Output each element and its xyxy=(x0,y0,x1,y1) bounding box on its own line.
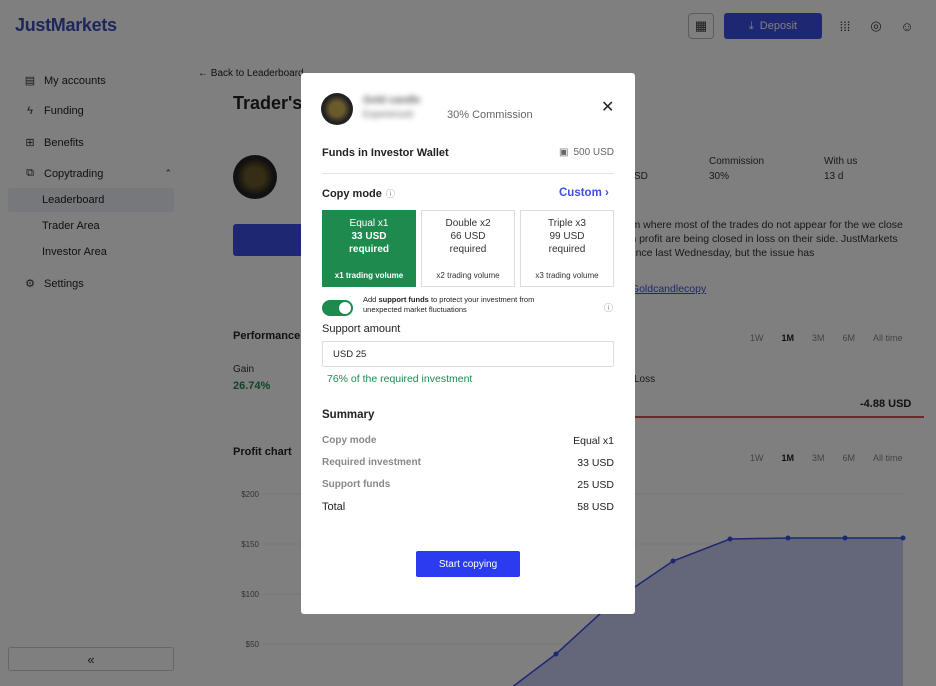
start-copying-button[interactable]: Start copying xyxy=(416,551,520,577)
summary-value: Equal x1 xyxy=(573,435,614,447)
summary-key: Total xyxy=(322,501,346,513)
copy-mode-label: Copy mode xyxy=(322,187,382,200)
summary-key: Required investment xyxy=(322,457,421,468)
summary-key: Support funds xyxy=(322,479,391,490)
funds-label: Funds in Investor Wallet xyxy=(322,147,449,159)
option-title: Triple x3 xyxy=(548,218,586,229)
support-funds-text: Add support funds to protect your invest… xyxy=(363,295,573,315)
option-volume: x2 trading volume xyxy=(436,271,500,280)
option-title: Double x2 xyxy=(445,218,491,229)
option-amount: 99 USD xyxy=(549,231,585,242)
support-bold: support funds xyxy=(378,295,429,304)
summary-title: Summary xyxy=(322,409,375,421)
summary-value: 33 USD xyxy=(577,457,614,469)
funds-amount: 500 USD xyxy=(573,147,615,158)
support-percent-text: 76% of the required investment xyxy=(327,373,473,385)
info-icon[interactable]: ⓘ xyxy=(604,301,613,314)
trader-avatar xyxy=(321,93,353,125)
copy-mode-heading: Copy mode ⓘ xyxy=(322,187,395,200)
trader-name: Gold candle xyxy=(363,95,421,106)
summary-row-total: Total 58 USD xyxy=(322,501,614,513)
option-amount: 33 USD xyxy=(351,231,387,242)
option-volume: x1 trading volume xyxy=(334,271,404,280)
support-amount-label: Support amount xyxy=(322,323,401,335)
option-required: required xyxy=(449,244,487,255)
support-amount-input[interactable] xyxy=(322,341,614,367)
trader-tag: Experienced xyxy=(363,109,414,119)
info-icon[interactable]: ⓘ xyxy=(386,187,395,200)
copy-option-triple[interactable]: Triple x3 99 USD required x3 trading vol… xyxy=(520,210,614,287)
summary-value: 25 USD xyxy=(577,479,614,491)
summary-row-copy-mode: Copy mode Equal x1 xyxy=(322,435,614,447)
summary-row-support: Support funds 25 USD xyxy=(322,479,614,491)
wallet-icon: ▣ xyxy=(559,147,569,158)
support-funds-toggle[interactable] xyxy=(322,300,353,316)
copy-option-equal[interactable]: Equal x1 33 USD required x1 trading volu… xyxy=(322,210,416,287)
option-amount: 66 USD xyxy=(450,231,486,242)
funds-value: ▣ 500 USD xyxy=(559,147,614,158)
divider xyxy=(322,173,614,174)
custom-mode-link[interactable]: Custom › xyxy=(559,187,609,199)
close-icon[interactable]: ✕ xyxy=(601,97,614,117)
summary-row-required: Required investment 33 USD xyxy=(322,457,614,469)
option-required: required xyxy=(348,244,389,255)
support-pre: Add xyxy=(363,295,379,304)
option-volume: x3 trading volume xyxy=(535,271,599,280)
custom-label: Custom xyxy=(559,187,602,199)
summary-key: Copy mode xyxy=(322,435,377,446)
copy-option-double[interactable]: Double x2 66 USD required x2 trading vol… xyxy=(421,210,515,287)
copy-trader-modal: Gold candle Experienced 30% Commission ✕… xyxy=(301,73,635,614)
option-title: Equal x1 xyxy=(349,218,389,229)
chevron-right-icon: › xyxy=(605,187,609,199)
option-required: required xyxy=(548,244,586,255)
commission-text: 30% Commission xyxy=(447,109,533,121)
summary-value: 58 USD xyxy=(577,501,614,513)
